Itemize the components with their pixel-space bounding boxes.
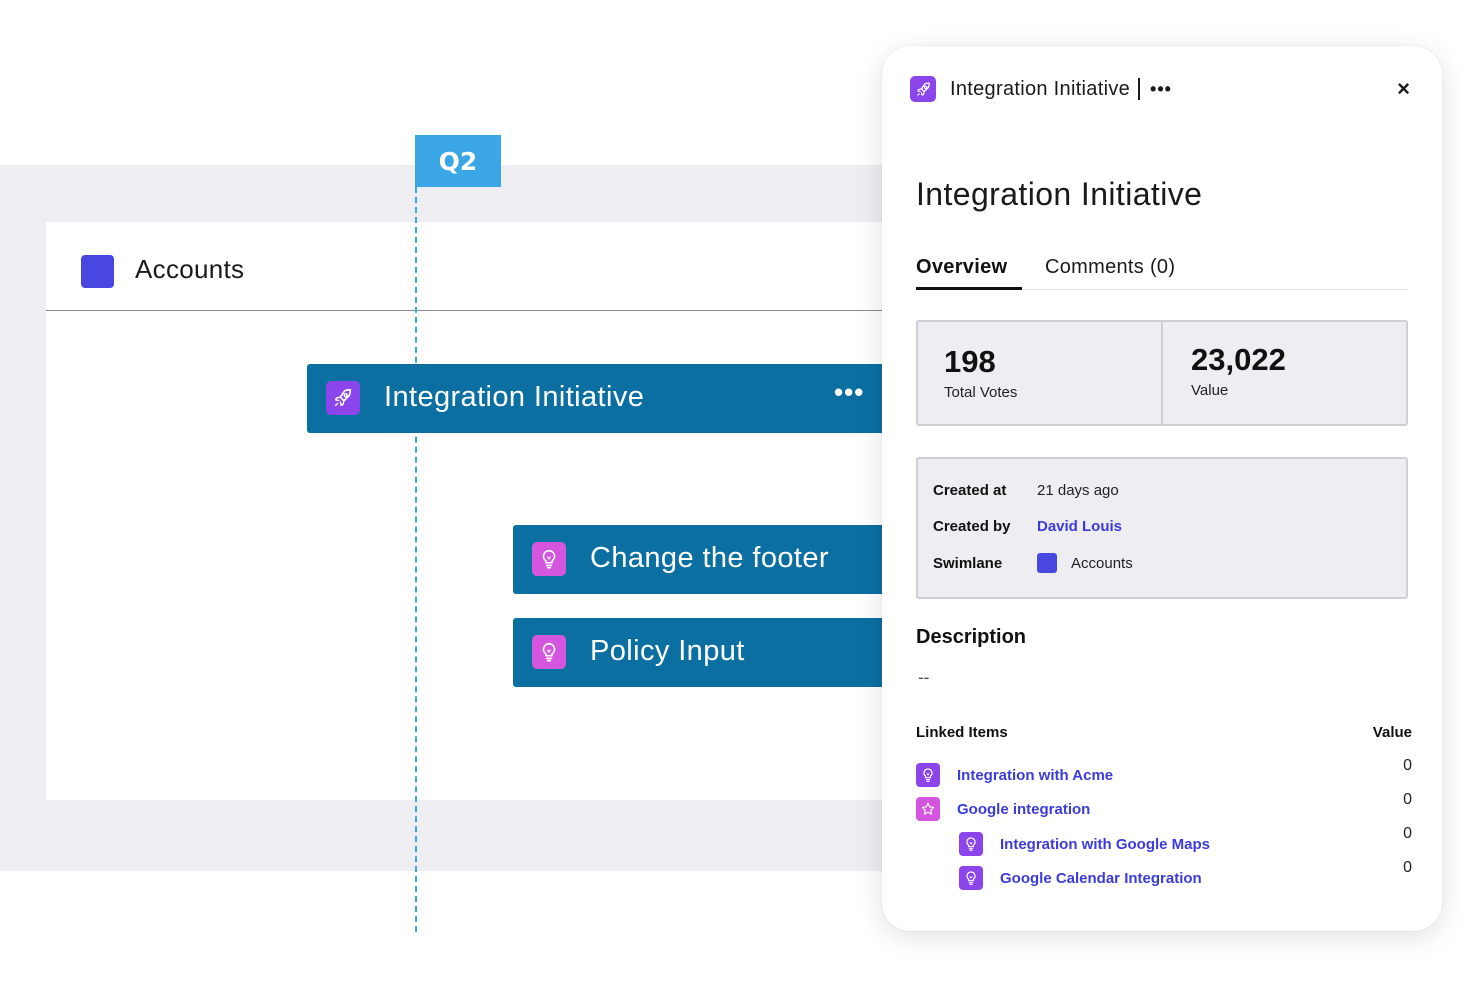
lightbulb-icon <box>532 542 566 576</box>
linked-item[interactable]: Google integration <box>916 796 1090 822</box>
linked-value-heading: Value <box>1372 724 1412 741</box>
stat-total-votes: 198 Total Votes <box>918 322 1161 424</box>
lightbulb-icon <box>959 832 983 856</box>
card-title: Integration Initiative <box>384 381 645 413</box>
rocket-icon <box>326 381 360 415</box>
linked-item-link[interactable]: Google integration <box>957 801 1090 818</box>
linked-items-heading: Linked Items <box>916 724 1008 741</box>
swimlane-accounts: Accounts <box>46 222 900 800</box>
more-options-icon[interactable]: ••• <box>1150 79 1172 100</box>
quarter-marker[interactable]: Q2 <box>415 135 501 187</box>
star-icon <box>916 797 940 821</box>
swimlane-header[interactable]: Accounts <box>46 222 900 311</box>
close-icon[interactable]: × <box>1397 76 1410 102</box>
meta-created-by: Created by David Louis <box>933 515 1122 537</box>
linked-item-value: 0 <box>1403 791 1412 808</box>
card-title: Change the footer <box>590 542 829 574</box>
stat-label: Value <box>1191 382 1229 399</box>
linked-item-link[interactable]: Integration with Google Maps <box>1000 836 1210 853</box>
card-title: Policy Input <box>590 635 745 667</box>
meta-label: Created at <box>933 481 1007 499</box>
lightbulb-icon <box>959 866 983 890</box>
metadata-box: Created at 21 days ago Created by David … <box>916 457 1408 599</box>
linked-item-value: 0 <box>1403 825 1412 842</box>
linked-item-value: 0 <box>1403 757 1412 774</box>
roadmap-card-change-the-footer[interactable]: Change the footer <box>513 525 900 594</box>
roadmap-card-policy-input[interactable]: Policy Input <box>513 618 900 687</box>
meta-value: 21 days ago <box>1037 481 1119 499</box>
stat-value-total: 23,022 Value <box>1161 322 1406 424</box>
quarter-marker-line <box>415 187 417 932</box>
panel-tabs: Overview Comments (0) <box>916 254 1408 290</box>
tab-overview[interactable]: Overview <box>916 256 1022 290</box>
panel-title: Integration Initiative <box>916 176 1203 212</box>
linked-item[interactable]: Integration with Google Maps <box>959 831 1210 857</box>
author-link[interactable]: David Louis <box>1037 518 1122 535</box>
linked-item[interactable]: Integration with Acme <box>916 762 1113 788</box>
meta-value: Accounts <box>1071 554 1133 572</box>
detail-panel: Integration Initiative ••• × Integration… <box>882 46 1442 931</box>
lightbulb-icon <box>532 635 566 669</box>
description-value: -- <box>918 668 930 687</box>
roadmap-card-integration-initiative[interactable]: Integration Initiative ••• <box>307 364 900 433</box>
card-more-options-icon[interactable]: ••• <box>834 377 864 408</box>
stat-value: 23,022 <box>1191 342 1286 377</box>
linked-item[interactable]: Google Calendar Integration <box>959 865 1202 891</box>
linked-item-link[interactable]: Integration with Acme <box>957 767 1113 784</box>
panel-header: Integration Initiative ••• <box>910 74 1172 104</box>
linked-item-value: 0 <box>1403 859 1412 876</box>
rocket-icon <box>910 76 936 102</box>
meta-label: Created by <box>933 517 1011 535</box>
lightbulb-icon <box>916 763 940 787</box>
linked-item-link[interactable]: Google Calendar Integration <box>1000 870 1202 887</box>
stat-value: 198 <box>944 344 996 379</box>
tab-comments[interactable]: Comments (0) <box>1045 256 1175 287</box>
meta-created-at: Created at 21 days ago <box>933 479 1119 501</box>
stats-box: 198 Total Votes 23,022 Value <box>916 320 1408 426</box>
header-divider <box>1138 78 1141 100</box>
swimlane-name: Accounts <box>135 254 245 284</box>
meta-label: Swimlane <box>933 554 1003 572</box>
stat-label: Total Votes <box>944 384 1018 401</box>
description-heading: Description <box>916 626 1027 648</box>
meta-swimlane: Swimlane Accounts <box>933 552 1133 574</box>
swimlane-color-swatch <box>81 255 114 288</box>
swimlane-color-swatch <box>1037 553 1057 573</box>
panel-header-title: Integration Initiative <box>950 77 1131 100</box>
